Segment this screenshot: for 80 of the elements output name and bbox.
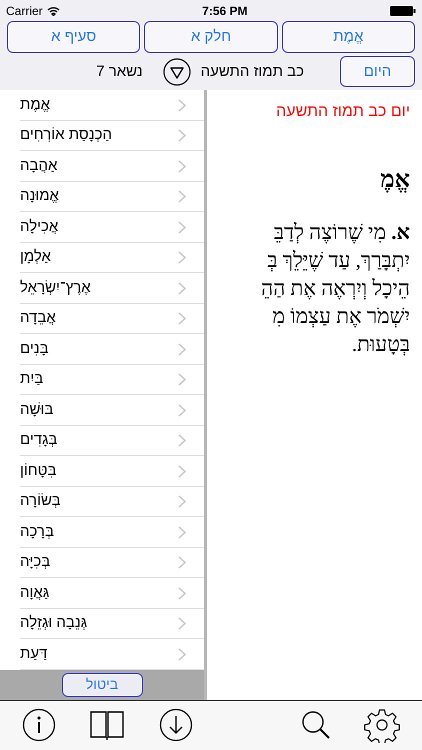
book-icon[interactable] (89, 709, 125, 742)
topic-label: אַלְמָן (20, 247, 51, 268)
topic-label: בָּנִים (20, 338, 49, 359)
topic-row[interactable]: גְּנֵבָה וּגְזֵלָה (20, 608, 204, 640)
wifi-icon (46, 6, 60, 16)
topic-row[interactable]: בְּשׂוֹרָה (20, 486, 204, 518)
topic-label: אֱמֶת (20, 94, 50, 115)
info-icon[interactable] (22, 708, 56, 742)
topic-row[interactable]: בְּכִיָּה (20, 548, 204, 578)
topic-label: אֱמוּנָה (20, 186, 59, 206)
chevron-icon (178, 648, 186, 660)
chevron-icon (178, 495, 186, 508)
cancel-button[interactable]: ביטול (62, 672, 142, 697)
chevron-icon (178, 586, 186, 600)
topic-label: בַּיִת (20, 369, 44, 390)
topic-label: בְּכִיָּה (20, 552, 50, 572)
chevron-icon (178, 160, 186, 172)
topic-row[interactable]: אַלְמָן (20, 242, 204, 274)
text-line: א. מִי שֶׁרוֹצֶה לְדַבֵּ (272, 219, 410, 246)
section-heading: אֱמֶ (380, 166, 410, 196)
topic-label: גַּאֲוָה (20, 582, 50, 603)
today-button[interactable]: היום (340, 56, 415, 88)
chevron-icon (178, 282, 186, 294)
topic-label: גְּנֵבָה וּגְזֵלָה (20, 613, 88, 634)
chevron-icon (178, 526, 186, 538)
text-line: יִשְׁמֹר אֶת עַצְמוֹ מִ (272, 303, 410, 330)
chevron-icon (178, 312, 186, 325)
chevron-icon (178, 404, 186, 416)
topic-label: דַּעַת (20, 644, 48, 664)
text-line: יִתְבָּרַךְ, עַד שֶׁיֵּלֵךְ בְּ (266, 247, 410, 274)
topic-row[interactable]: בְּגָדִים (20, 426, 204, 456)
chevron-icon (178, 98, 186, 112)
topic-label: בְּגָדִים (20, 430, 58, 450)
chevron-icon (178, 373, 186, 386)
topic-label: בְּשׂוֹרָה (20, 491, 61, 512)
chevron-icon (178, 220, 186, 234)
topic-row[interactable]: הַכְנָסַת אוֹרְחִים (20, 120, 204, 152)
topic-row[interactable]: בַּיִת (20, 364, 204, 396)
topic-label: אַהֲבָה (20, 156, 58, 176)
topic-label: אֲכִילָה (20, 216, 58, 237)
settings-icon[interactable] (364, 707, 400, 744)
dropdown-icon[interactable] (162, 58, 191, 86)
clock-label: 7:56 PM (202, 2, 248, 20)
chevron-icon (178, 342, 186, 356)
topic-label: אֲבֵדָה (20, 308, 56, 328)
topic-label: בּוּשָׁה (20, 400, 54, 420)
date-label: כב תמוז התשעה (200, 62, 304, 82)
chevron-icon (178, 556, 186, 569)
topic-row[interactable]: אֲכִילָה (20, 212, 204, 243)
topic-label: בִּטָּחוֹן (20, 460, 56, 481)
chevron-icon (178, 129, 186, 142)
topic-row[interactable]: בְּרָכָה (20, 517, 204, 548)
chevron-icon (178, 434, 186, 447)
topic-row[interactable]: אֱמֶת (20, 90, 204, 121)
nav-button[interactable]: חלק א (144, 21, 278, 54)
topic-label: בְּרָכָה (20, 522, 54, 542)
topic-row[interactable]: אֶרֶץ־יִשְׂרָאֵל (20, 273, 204, 304)
topic-label: אֶרֶץ־יִשְׂרָאֵל (20, 278, 91, 298)
chevron-icon (178, 190, 186, 203)
topic-row[interactable]: אֱמוּנָה (20, 182, 204, 212)
nav-button[interactable]: אֱמֶת (282, 21, 415, 54)
topic-row[interactable]: בָּנִים (20, 334, 204, 365)
carrier-label: Carrier (6, 2, 43, 20)
topic-row[interactable]: אֲבֵדָה (20, 304, 204, 334)
nav-button[interactable]: סעיף א (7, 21, 140, 54)
text-line: הֵיכָל וְיִרְאֶה אֶת הַהֵ (261, 275, 410, 302)
text-line: בְּטָעוּת. (350, 331, 410, 358)
topic-row[interactable]: אַהֲבָה (20, 151, 204, 182)
date-line: יום כב תמוז התשעה (276, 102, 410, 122)
search-icon[interactable] (300, 709, 332, 742)
topic-row[interactable]: בִּטָּחוֹן (20, 456, 204, 487)
topic-row[interactable]: גַּאֲוָה (20, 578, 204, 609)
chevron-icon (178, 617, 186, 630)
chevron-icon (178, 251, 186, 264)
battery-icon (390, 6, 416, 16)
chevron-icon (178, 464, 186, 478)
download-icon[interactable] (159, 708, 193, 742)
remaining-label: נשאר 7 (96, 62, 143, 82)
topic-row[interactable]: בּוּשָׁה (20, 395, 204, 426)
topic-label: הַכְנָסַת אוֹרְחִים (20, 125, 112, 146)
